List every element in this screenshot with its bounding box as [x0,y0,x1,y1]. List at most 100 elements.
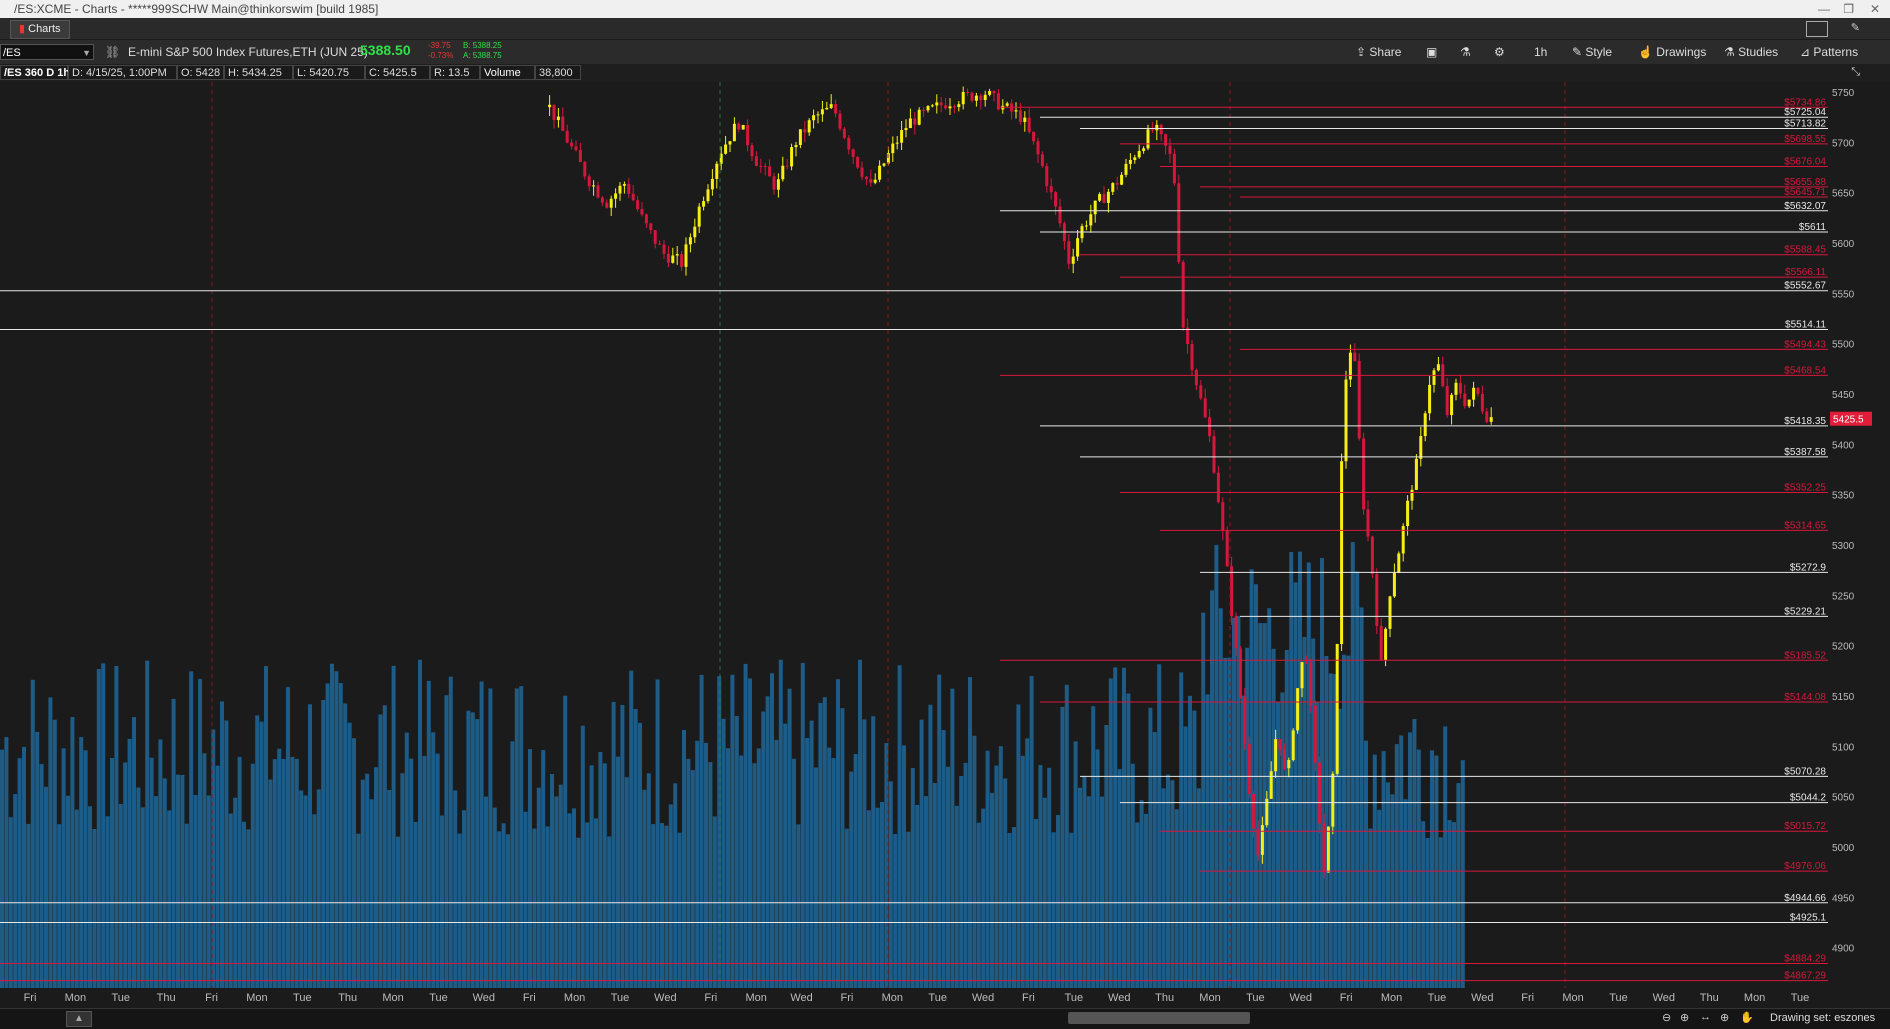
candle-body [1414,458,1418,490]
chevron-down-icon[interactable]: ▼ [82,45,91,61]
crosshair-icon[interactable]: ⊕ [1720,1011,1729,1024]
tab-charts[interactable]: ▮ Charts [10,20,70,39]
collapse-icon[interactable]: ▲ [66,1011,92,1027]
flask-icon[interactable]: ⚗ [1460,44,1471,60]
volume-bar [642,789,647,988]
volume-bar [752,763,757,988]
timeframe-button[interactable]: 1h [1534,44,1547,60]
volume-label: Volume [480,65,535,80]
y-tick-label: 4900 [1832,944,1855,955]
volume-bar [140,807,145,988]
volume-bar [673,783,678,988]
x-tick-label: Tue [429,992,448,1004]
level-label: $5044.2 [1790,793,1827,804]
y-tick-label: 5500 [1832,340,1855,351]
volume-bar [74,809,79,988]
restore-icon[interactable]: ❐ [1843,0,1854,18]
x-tick-label: Mon [1199,992,1220,1004]
volume-bar [365,773,370,988]
candle-body [873,179,877,183]
candle-body [944,105,948,109]
volume-bar [52,719,57,988]
maximize-panel-icon[interactable] [1806,21,1828,37]
candle-body [583,162,587,177]
current-price-label: 5425.5 [1833,415,1864,426]
style-button[interactable]: ✎ Style [1572,44,1612,60]
volume-bar [888,781,893,988]
studies-button[interactable]: ⚗ Studies [1724,44,1778,60]
volume-bar [1157,664,1162,988]
candle-body [596,185,600,198]
horizontal-scrollbar[interactable] [1068,1012,1250,1024]
candle-body [1168,145,1172,154]
zoom-out-icon[interactable]: ⊖ [1662,1011,1671,1024]
volume-bar [734,716,739,988]
hand-icon: ☝ [1638,45,1653,59]
volume-bar [396,836,400,988]
candle-body [1067,241,1071,264]
volume-bar [1205,694,1210,988]
candle-body [785,165,789,167]
candle-body [878,165,882,180]
level-label: $5494.43 [1784,339,1826,350]
candle-body [710,178,714,190]
candle-body [1485,411,1489,422]
volume-bar [457,833,462,988]
volume-bar [1223,657,1228,988]
snapshot-icon[interactable]: ▣ [1426,44,1437,60]
volume-bar [959,776,964,988]
candle-body [1023,117,1027,122]
volume-bar [519,686,524,988]
candle-body [649,223,653,231]
candle-body [1146,129,1150,149]
candle-body [1357,360,1361,439]
candle-body [1247,744,1251,794]
zoom-in-icon[interactable]: ⊕ [1680,1011,1689,1024]
volume-bar [1108,678,1113,988]
volume-bar [39,764,44,988]
link-icon[interactable]: ⛓ [105,44,120,60]
symbol-input[interactable]: /ES ▼ [0,44,94,60]
candle-body [1142,148,1146,151]
candle-body [1234,616,1238,649]
volume-bar [910,768,915,988]
price-chart[interactable]: $5734.86$5725.04$5713.82$5698.55$5676.04… [0,82,1890,1008]
minimize-icon[interactable]: — [1818,0,1830,18]
y-tick-label: 5300 [1832,541,1855,552]
volume-bar [598,752,603,988]
candle-body [1058,206,1062,224]
volume-bar [303,795,308,988]
candle-body [644,214,648,224]
volume-bar [937,674,942,988]
status-bar: ▲ ⊖ ⊕ ↔ ⊕ ✋ Drawing set: eszones [0,1008,1890,1029]
volume-bar [822,697,827,988]
gear-icon[interactable]: ⚙ [1494,44,1505,60]
volume-bar [1210,590,1214,988]
expand-icon[interactable]: ⤡ [1851,66,1860,79]
pan-icon[interactable]: ↔ [1700,1011,1711,1023]
drawings-button[interactable]: ☝ Drawings [1638,44,1706,60]
x-tick-label: Tue [293,992,312,1004]
candle-body [974,95,978,101]
candle-body [1045,166,1049,187]
hand-icon[interactable]: ✋ [1740,1011,1754,1024]
pin-icon[interactable]: ✎ [1851,21,1860,34]
candle-body [1155,124,1159,131]
patterns-button[interactable]: ⊿ Patterns [1800,44,1858,60]
x-tick-label: Fri [523,992,536,1004]
volume-bar [686,758,691,988]
volume-bar [145,660,150,988]
volume-bar [294,758,299,988]
volume-bar [558,784,563,988]
volume-bar [1438,837,1443,988]
volume-bar [668,804,673,988]
volume-bar [1188,695,1192,988]
volume-bar [404,732,409,988]
x-tick-label: Wed [1108,992,1130,1004]
volume-bar [488,688,493,988]
close-icon[interactable]: ✕ [1870,0,1880,18]
candle-body [684,244,688,267]
volume-bar [360,779,365,988]
share-button[interactable]: ⇪ Share [1356,44,1401,60]
volume-bar [118,804,123,988]
